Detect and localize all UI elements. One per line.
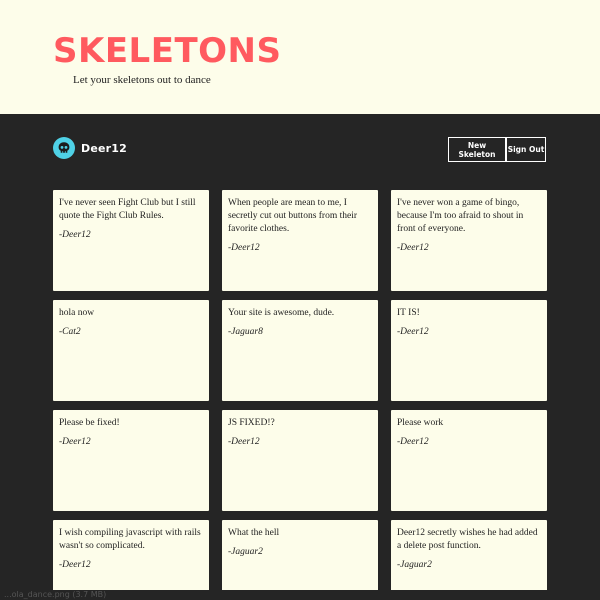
skeleton-author: -Deer12: [397, 437, 429, 447]
skeleton-text: What the hell: [228, 528, 280, 538]
skeleton-text: I've never won a game of bingo, because …: [397, 198, 524, 234]
skeleton-card: Deer12 secretly wishes he had added a de…: [391, 520, 547, 596]
new-skeleton-button[interactable]: New Skeleton: [448, 137, 506, 162]
skeleton-text: I wish compiling javascript with rails w…: [59, 528, 201, 551]
header-actions: New Skeleton Sign Out: [448, 137, 546, 162]
skeleton-card: JS FIXED!? -Deer12: [222, 410, 378, 511]
main-content: Deer12 New Skeleton Sign Out I've never …: [0, 114, 600, 600]
skeleton-card: hola now -Cat2: [53, 300, 209, 401]
skeleton-card: What the hell -Jaguar2: [222, 520, 378, 596]
hero-banner: SKELETONS Let your skeletons out to danc…: [0, 0, 600, 114]
skeleton-author: -Jaguar2: [397, 560, 432, 570]
skeleton-text: Please work: [397, 418, 444, 428]
skeleton-author: -Cat2: [59, 327, 81, 337]
skeleton-text: IT IS!: [397, 308, 420, 318]
sign-out-button[interactable]: Sign Out: [506, 137, 546, 162]
skeleton-author: -Deer12: [397, 243, 429, 253]
skeleton-text: Deer12 secretly wishes he had added a de…: [397, 528, 538, 551]
skeleton-text: I've never seen Fight Club but I still q…: [59, 198, 196, 221]
site-tagline: Let your skeletons out to dance: [73, 74, 211, 86]
skeleton-text: Please be fixed!: [59, 418, 120, 428]
skeleton-card: Please work -Deer12: [391, 410, 547, 511]
skeleton-text: hola now: [59, 308, 95, 318]
skeleton-card: IT IS! -Deer12: [391, 300, 547, 401]
skeleton-author: -Deer12: [59, 230, 91, 240]
user-profile[interactable]: Deer12: [53, 137, 127, 159]
download-status: ...ola_dance.png (3.7 MB): [0, 590, 600, 600]
username[interactable]: Deer12: [81, 142, 127, 155]
skeleton-author: -Deer12: [397, 327, 429, 337]
skeleton-author: -Deer12: [59, 437, 91, 447]
skeleton-card: I've never won a game of bingo, because …: [391, 190, 547, 291]
skeleton-card: When people are mean to me, I secretly c…: [222, 190, 378, 291]
skeleton-author: -Deer12: [228, 243, 260, 253]
skeleton-text: Your site is awesome, dude.: [228, 308, 335, 318]
skeleton-card: I wish compiling javascript with rails w…: [53, 520, 209, 596]
skull-icon: [53, 137, 75, 159]
skeleton-text: JS FIXED!?: [228, 418, 275, 428]
skeleton-author: -Jaguar8: [228, 327, 263, 337]
skeleton-author: -Deer12: [59, 560, 91, 570]
skeleton-author: -Deer12: [228, 437, 260, 447]
skeleton-text: When people are mean to me, I secretly c…: [228, 198, 358, 234]
skeleton-card: Please be fixed! -Deer12: [53, 410, 209, 511]
skeleton-card: Your site is awesome, dude. -Jaguar8: [222, 300, 378, 401]
skeleton-card: I've never seen Fight Club but I still q…: [53, 190, 209, 291]
site-title[interactable]: SKELETONS: [53, 30, 282, 72]
skeleton-author: -Jaguar2: [228, 547, 263, 557]
